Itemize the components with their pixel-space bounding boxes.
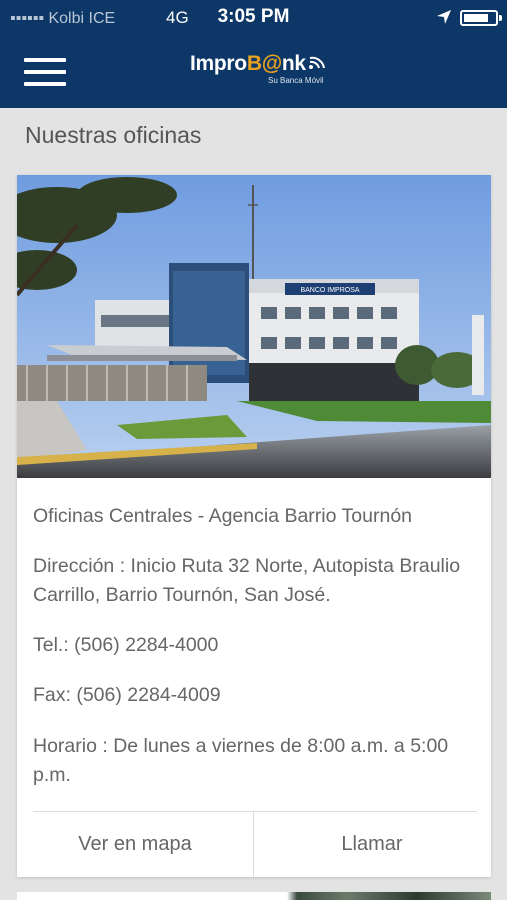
next-office-photo — [17, 892, 491, 900]
battery-icon — [460, 10, 502, 26]
wifi-signal-icon — [309, 56, 325, 69]
building-sign-text: BANCO IMPROSA — [300, 287, 359, 294]
logo-tagline: Su Banca Móvil — [268, 76, 324, 85]
office-building-photo: BANCO IMPROSA — [17, 175, 491, 478]
hamburger-menu-icon[interactable] — [24, 54, 68, 90]
app-header: ImproB@nk Su Banca Móvil — [0, 36, 507, 108]
office-name: Oficinas Centrales - Agencia Barrio Tour… — [33, 505, 413, 527]
view-on-map-button[interactable]: Ver en mapa — [17, 812, 253, 877]
next-office-card[interactable] — [17, 892, 491, 900]
clock-label: 3:05 PM — [217, 6, 290, 27]
status-bar: ▪▪▪▪▪▪ Kolbi ICE 4G 3:05 PM — [0, 0, 507, 36]
office-fax: Fax: (506) 2284-4009 — [33, 684, 221, 706]
office-hours: Horario : De lunes a viernes de 8:00 a.m… — [33, 735, 449, 786]
page-title: Nuestras oficinas — [25, 122, 202, 148]
office-card: BANCO IMPROSA Oficinas Centrales - Agenc… — [17, 175, 491, 877]
logo-wordmark: ImproB@nk — [190, 52, 306, 75]
location-arrow-icon — [437, 10, 451, 24]
improbank-logo: ImproB@nk Su Banca Móvil — [190, 50, 330, 90]
call-button[interactable]: Llamar — [254, 812, 490, 877]
office-address: Dirección : Inicio Ruta 32 Norte, Autopi… — [33, 555, 461, 606]
office-phone: Tel.: (506) 2284-4000 — [33, 634, 219, 656]
